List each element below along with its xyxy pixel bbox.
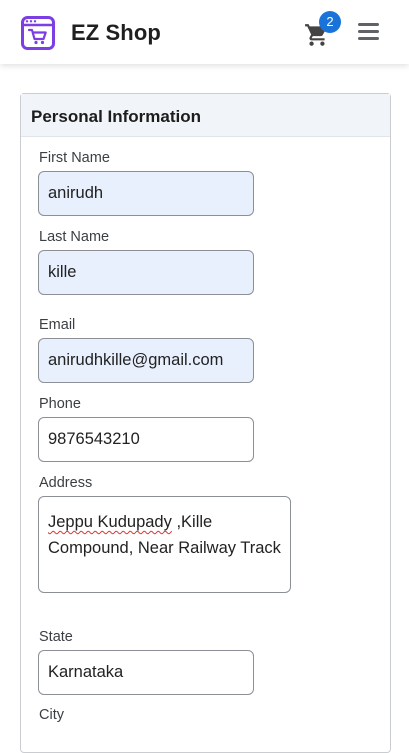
personal-info-card: Personal Information First Name anirudh … [20,93,391,753]
state-label: State [39,629,73,645]
phone-input[interactable]: 9876543210 [38,417,254,462]
address-label: Address [39,475,93,491]
first-name-input[interactable]: anirudh [38,171,254,216]
first-name-label: First Name [39,150,110,166]
brand-name[interactable]: EZ Shop [71,20,161,46]
phone-label: Phone [39,396,81,412]
address-misspelled-text: Jeppu Kudupady [48,513,172,531]
email-input[interactable]: anirudhkille@gmail.com [38,338,254,383]
hamburger-menu-icon[interactable] [358,23,380,43]
city-label: City [39,707,64,723]
shop-logo-icon[interactable] [20,15,56,51]
section-title: Personal Information [21,94,390,137]
navbar: EZ Shop 2 [0,0,409,64]
email-label: Email [39,317,76,333]
last-name-input[interactable]: kille [38,250,254,295]
address-textarea[interactable]: Jeppu Kudupady ,Kille Compound, Near Rai… [38,496,291,593]
last-name-label: Last Name [39,229,110,245]
state-input[interactable]: Karnataka [38,650,254,695]
cart-count-badge: 2 [319,11,341,33]
